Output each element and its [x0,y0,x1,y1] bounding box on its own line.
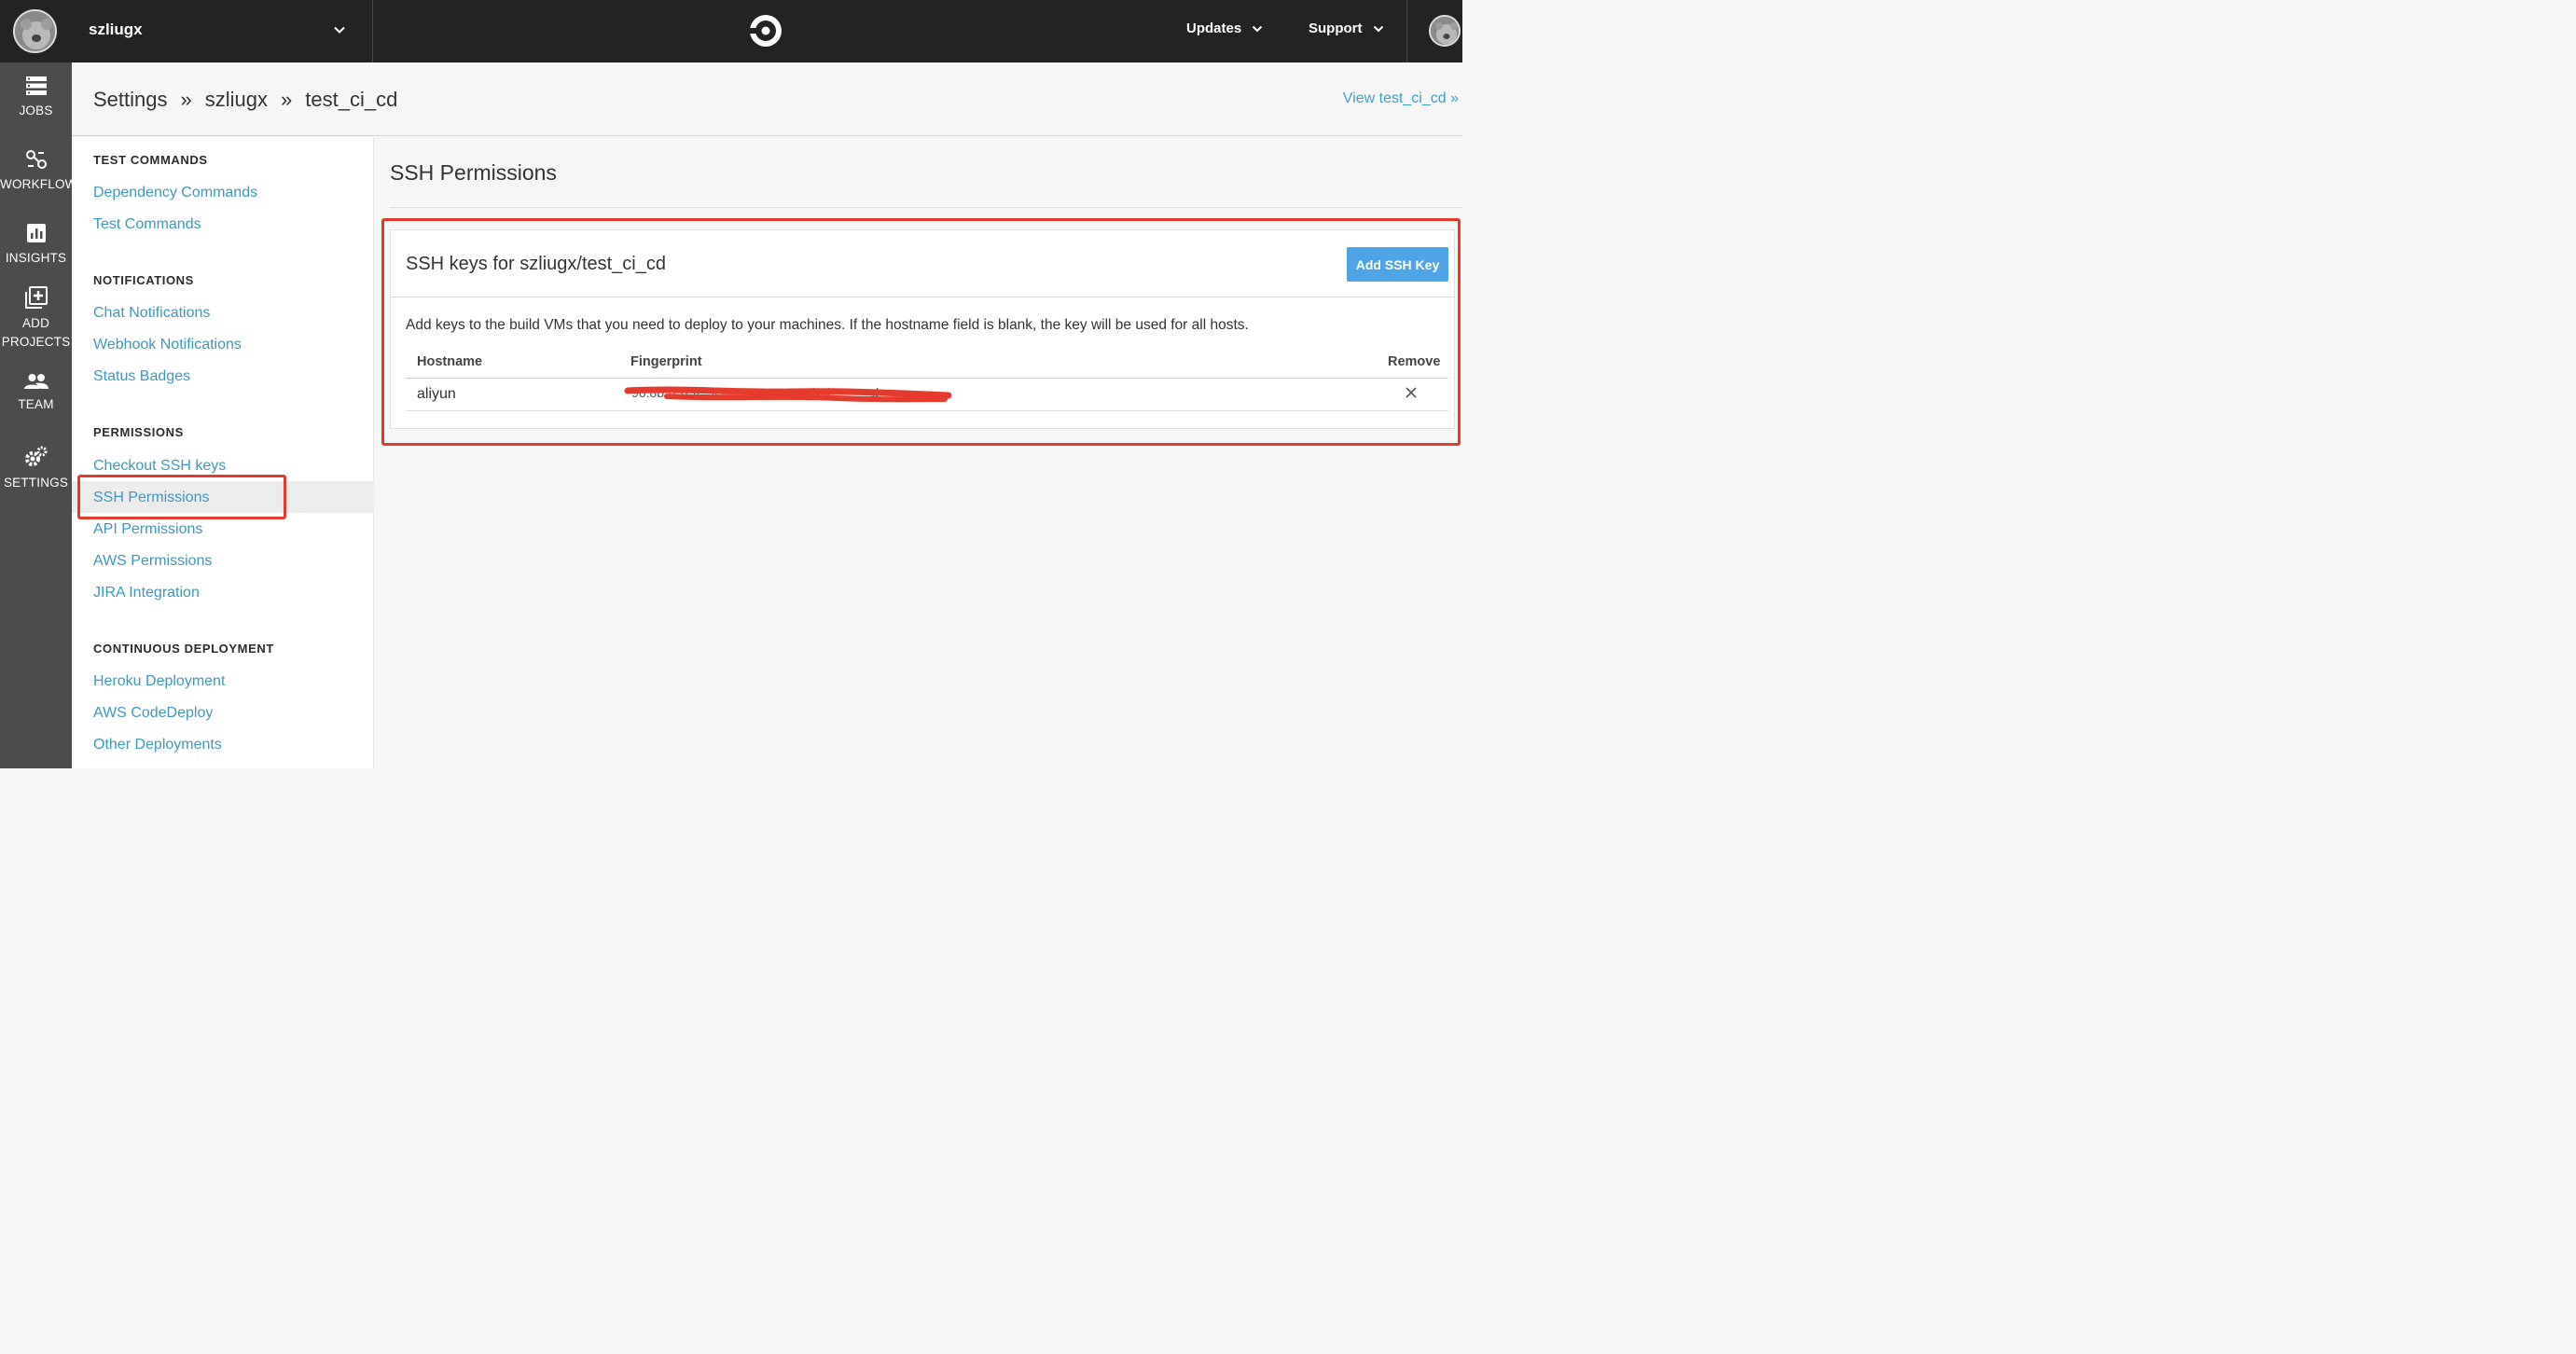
org-switcher[interactable]: szliugx [0,0,373,62]
table-row-divider [406,410,1448,411]
sidebar-item-other-deployments[interactable]: Other Deployments [93,737,222,753]
sidebar-item-heroku-deployment[interactable]: Heroku Deployment [93,673,225,690]
nav-item-settings[interactable]: SETTINGS [0,446,72,492]
circleci-logo-icon[interactable] [749,14,782,48]
org-name: szliugx [89,21,143,38]
chevron-down-icon [334,26,345,34]
nav-label: INSIGHTS [5,251,67,265]
hostname-cell: aliyun [417,386,456,402]
sidebar-item-checkout-ssh-keys[interactable]: Checkout SSH keys [93,458,226,475]
table-header-divider [406,378,1448,379]
fingerprint-redaction: 96:8b:·· ·· ·c:5f ·· ·· ·· ·· ·· ·· ·· ·… [624,385,952,403]
nav-item-add-projects[interactable]: ADD PROJECTS [0,286,72,352]
nav-label: ADD [21,316,50,330]
sidebar-item-api-permissions[interactable]: API Permissions [93,521,202,538]
settings-sidebar: TEST COMMANDS Dependency Commands Test C… [72,137,374,768]
chevron-down-icon [1373,25,1383,32]
section-title: TEST COMMANDS [93,153,208,167]
sidebar-item-ssh-permissions[interactable]: SSH Permissions [93,490,209,506]
section-title: NOTIFICATIONS [93,273,194,287]
insights-icon [26,224,46,242]
crumb-project[interactable]: test_ci_cd [305,88,397,112]
updates-label: Updates [1186,21,1242,36]
jobs-icon [25,76,47,95]
nav-label: TEAM [18,397,54,411]
nav-item-team[interactable]: TEAM [0,373,72,414]
sidebar-item-dependency-commands[interactable]: Dependency Commands [93,185,257,201]
add-ssh-key-button[interactable]: Add SSH Key [1347,247,1448,282]
team-icon [23,374,48,389]
card-title: SSH keys for szliugx/test_ci_cd [406,254,666,274]
crumb-separator: » [281,88,293,111]
updates-menu[interactable]: Updates [1186,21,1264,36]
support-label: Support [1309,21,1363,36]
sidebar-item-jira-integration[interactable]: JIRA Integration [93,585,200,601]
ssh-keys-card: SSH keys for szliugx/test_ci_cd Add SSH … [390,229,1455,429]
page-header: Settings » szliugx » test_ci_cd View tes… [72,62,1462,136]
workflows-icon [25,150,47,169]
column-header-fingerprint: Fingerprint [630,354,702,369]
nav-label: SETTINGS [3,476,69,490]
sidebar-item-status-badges[interactable]: Status Badges [93,368,190,385]
add-projects-icon [24,286,48,309]
nav-item-jobs[interactable]: JOBS [0,76,72,120]
sidebar-item-aws-codedeploy[interactable]: AWS CodeDeploy [93,705,213,722]
view-project-link[interactable]: View test_ci_cd » [1343,90,1459,107]
column-header-hostname: Hostname [417,354,483,369]
left-nav: JOBS WORKFLOWS INSIGHTS ADD PROJECTS TEA… [0,62,86,768]
nav-label: JOBS [19,104,53,117]
sidebar-item-webhook-notifications[interactable]: Webhook Notifications [93,337,242,353]
column-header-remove: Remove [1388,354,1441,369]
crumb-org[interactable]: szliugx [205,88,268,112]
sidebar-item-aws-permissions[interactable]: AWS Permissions [93,553,212,570]
page-title: SSH Permissions [390,160,557,185]
nav-item-insights[interactable]: INSIGHTS [0,223,72,268]
sidebar-item-test-commands[interactable]: Test Commands [93,216,201,233]
settings-icon [24,446,47,466]
nav-label: WORKFLOWS [0,177,86,191]
org-avatar [13,9,57,53]
divider [1406,0,1407,62]
nav-item-workflows[interactable]: WORKFLOWS [0,149,86,194]
nav-label: PROJECTS [1,335,71,349]
breadcrumb: Settings » szliugx » test_ci_cd [93,88,397,112]
crumb-settings[interactable]: Settings [93,88,168,112]
top-bar: szliugx Updates Support [0,0,1462,62]
section-title: CONTINUOUS DEPLOYMENT [93,642,274,656]
sidebar-item-chat-notifications[interactable]: Chat Notifications [93,305,210,322]
user-avatar[interactable] [1429,15,1461,47]
card-description: Add keys to the build VMs that you need … [406,317,1249,333]
close-icon[interactable] [1405,386,1418,399]
divider [390,207,1462,208]
crumb-separator: » [180,88,192,111]
chevron-down-icon [1252,25,1263,32]
support-menu[interactable]: Support [1309,21,1385,36]
section-title: PERMISSIONS [93,425,184,439]
